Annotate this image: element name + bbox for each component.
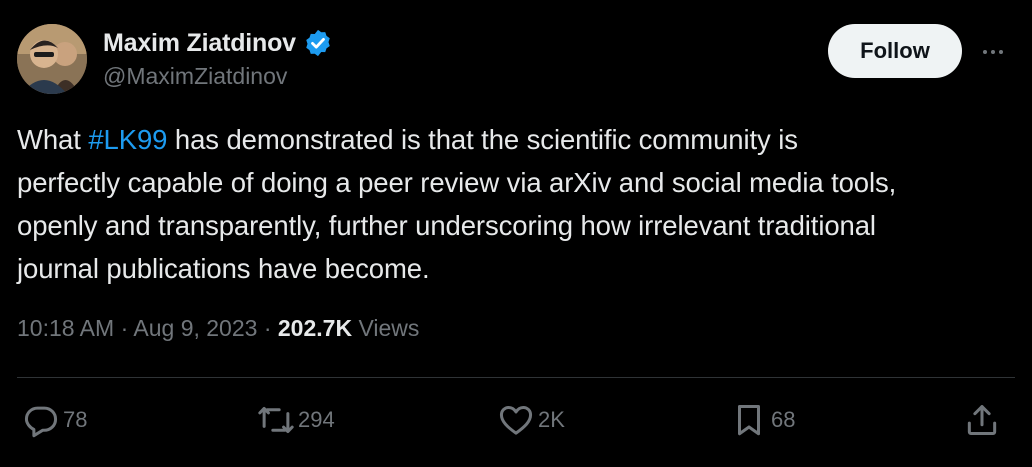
bookmark-button[interactable]: 68 [730,400,795,440]
meta-separator: · [263,315,272,341]
verified-badge-icon[interactable] [303,28,333,58]
meta-separator: · [120,315,129,341]
tweet-text-line: journal publications have become. [17,253,430,284]
repost-button[interactable]: 294 [257,400,335,440]
tweet-text-segment: has demonstrated is that the scientific … [167,124,798,155]
like-count: 2K [538,407,565,432]
tweet-text-line: What #LK99 has demonstrated is that the … [17,118,1017,161]
divider [17,377,1015,378]
action-bar: 78 294 2K 68 [17,400,1017,440]
tweet-text: What #LK99 has demonstrated is that the … [17,118,1017,290]
views-count: 202.7K [277,315,353,341]
avatar[interactable] [17,24,87,94]
tweet-meta: 10:18 AM · Aug 9, 2023 · 202.7K Views [17,315,419,342]
tweet-text-segment: What [17,124,89,155]
tweet-text-line: openly and transparently, further unders… [17,210,876,241]
heart-icon [497,401,535,439]
bookmark-icon [730,401,768,439]
views-label: Views [358,315,420,341]
tweet-date[interactable]: Aug 9, 2023 [133,315,257,341]
repost-count: 294 [298,407,335,432]
author-name[interactable]: Maxim Ziatdinov [103,29,296,58]
tweet-card: Maxim Ziatdinov @MaximZiatdinov Follow W… [0,0,1032,467]
reply-icon [22,401,60,439]
tweet-time[interactable]: 10:18 AM [17,315,114,341]
share-button[interactable] [963,400,1001,440]
more-options-icon[interactable] [976,40,1010,64]
like-button[interactable]: 2K [497,400,565,440]
share-icon [963,401,1001,439]
bookmark-count: 68 [771,407,796,432]
tweet-text-line: perfectly capable of doing a peer review… [17,167,897,198]
hashtag-link[interactable]: #LK99 [88,124,167,155]
follow-button[interactable]: Follow [828,24,962,78]
reply-button[interactable]: 78 [22,400,87,440]
repost-icon [257,401,295,439]
author-handle[interactable]: @MaximZiatdinov [103,63,287,90]
author-name-row: Maxim Ziatdinov [103,27,333,59]
reply-count: 78 [63,407,88,432]
